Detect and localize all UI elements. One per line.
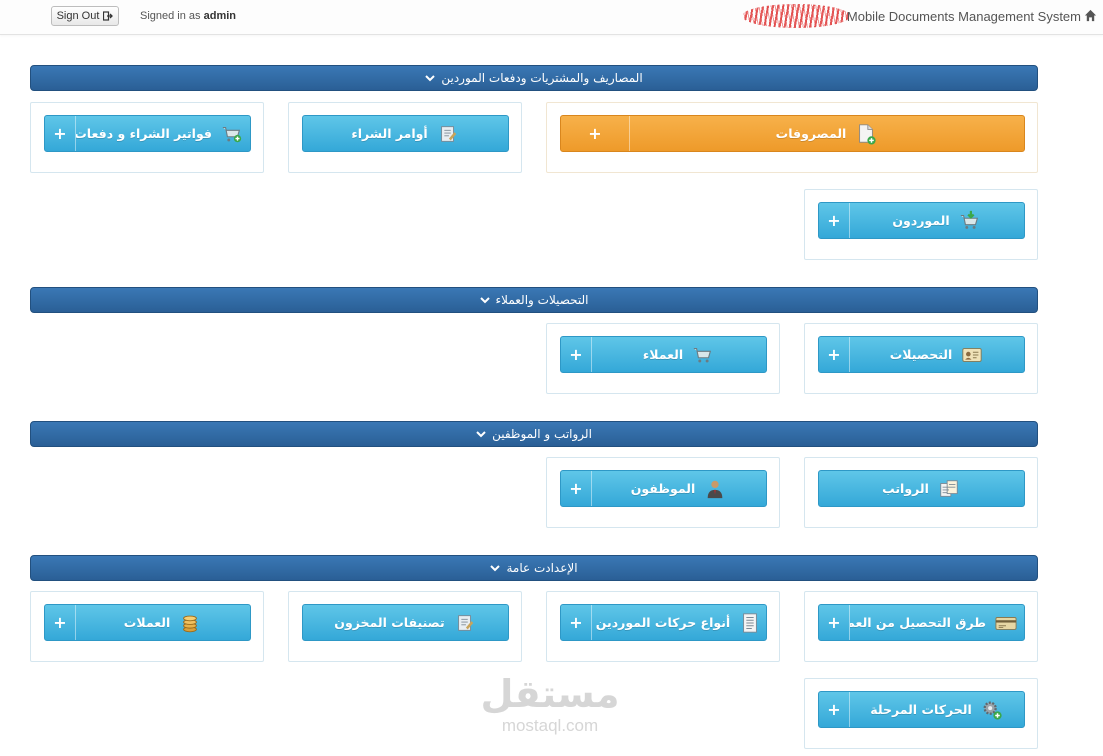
chevron-down-icon [479, 297, 490, 304]
add-plus-icon[interactable]: + [561, 116, 630, 151]
add-plus-icon[interactable]: + [561, 337, 592, 372]
panel-expenses: + المصروفات [546, 102, 1038, 173]
brand-title[interactable]: Mobile Documents Management System [847, 9, 1081, 24]
tile-purchase-invoices[interactable]: + فواتير الشراء و دفعات الموردين [44, 115, 251, 152]
list-document-icon [743, 612, 758, 633]
top-bar: Sign Out Signed in as admin Mobile Docum… [0, 0, 1103, 35]
add-plus-icon[interactable]: + [819, 203, 850, 238]
tile-currencies[interactable]: + العملات [44, 604, 251, 641]
notepad-icon [440, 125, 456, 142]
home-icon[interactable] [1084, 9, 1097, 22]
tile-purchase-orders[interactable]: أوامر الشراء [302, 115, 509, 152]
chevron-down-icon [476, 431, 486, 438]
tile-inventory-categories[interactable]: تصنيفات المخزون [302, 604, 509, 641]
panel-customers: + العملاء [546, 323, 780, 394]
section-title: المصاريف والمشتريات ودفعات الموردين [441, 71, 643, 85]
tile-label: العملات [123, 615, 171, 630]
tile-collections[interactable]: + التحصيلات [818, 336, 1025, 373]
employee-icon [707, 480, 723, 498]
tile-expenses[interactable]: + المصروفات [560, 115, 1025, 152]
section-header-collections[interactable]: التحصيلات والعملاء [30, 287, 1038, 313]
tile-label: أوامر الشراء [351, 126, 428, 141]
add-plus-icon[interactable]: + [561, 605, 592, 640]
panel-supplier-transaction-types: + أنواع حركات الموردين [546, 591, 780, 662]
id-card-icon [962, 347, 982, 362]
tile-supplier-transaction-types[interactable]: + أنواع حركات الموردين [560, 604, 767, 641]
panel-collection-methods: + طرق التحصيل من العملاء [804, 591, 1038, 662]
redaction-scribble [742, 4, 850, 28]
add-plus-icon[interactable]: + [819, 692, 850, 727]
cart-icon [693, 347, 712, 362]
chevron-down-icon [490, 565, 501, 572]
tile-label: التحصيلات [889, 347, 953, 362]
coins-icon [183, 615, 198, 632]
tile-suppliers[interactable]: + الموردون [818, 202, 1025, 239]
panel-salaries: الرواتب [804, 457, 1038, 528]
panel-purchase-orders: أوامر الشراء [288, 102, 522, 173]
section-header-expenses[interactable]: المصاريف والمشتريات ودفعات الموردين [30, 65, 1038, 91]
add-plus-icon[interactable]: + [45, 116, 76, 151]
add-plus-icon[interactable]: + [561, 471, 592, 506]
tile-label: أنواع حركات الموردين [595, 615, 731, 630]
section-title: الإعدادت عامة [506, 561, 578, 575]
section-header-settings[interactable]: الإعدادت عامة [30, 555, 1038, 581]
cart-download-icon [960, 210, 978, 229]
panel-collections: + التحصيلات [804, 323, 1038, 394]
panel-inventory-categories: تصنيفات المخزون [288, 591, 522, 662]
tile-label: فواتير الشراء و دفعات الموردين [76, 126, 212, 141]
section-header-payroll[interactable]: الرواتب و الموظفين [30, 421, 1038, 447]
documents-icon [940, 479, 958, 497]
add-document-icon [859, 123, 876, 145]
panel-employees: + الموظفون [546, 457, 780, 528]
tile-label: الموظفون [630, 481, 696, 496]
tile-collection-methods[interactable]: + طرق التحصيل من العملاء [818, 604, 1025, 641]
tile-label: المصروفات [775, 126, 847, 141]
username: admin [203, 10, 237, 22]
tile-label: تصنيفات المخزون [334, 615, 445, 630]
chevron-down-icon [425, 75, 436, 82]
sign-out-button[interactable]: Sign Out [51, 6, 119, 26]
credit-card-icon [995, 616, 1017, 630]
tile-salaries[interactable]: الرواتب [818, 470, 1025, 507]
add-plus-icon[interactable]: + [819, 337, 850, 372]
panel-purchase-invoices: + فواتير الشراء و دفعات الموردين [30, 102, 264, 173]
section-title: التحصيلات والعملاء [495, 293, 589, 307]
sign-out-icon [103, 11, 114, 21]
panel-currencies: + العملات [30, 591, 264, 662]
notepad-icon [457, 614, 473, 631]
gear-add-icon [983, 701, 1002, 720]
sign-out-label: Sign Out [56, 10, 100, 22]
tile-label: الرواتب [882, 481, 929, 496]
panel-suppliers: + الموردون [804, 189, 1038, 260]
tile-label: الموردون [892, 213, 950, 228]
section-title: الرواتب و الموظفين [492, 427, 592, 441]
cart-add-icon [222, 126, 242, 142]
add-plus-icon[interactable]: + [819, 605, 850, 640]
tile-label: العملاء [642, 347, 684, 362]
tile-label: الحركات المرحلة [870, 702, 972, 717]
panel-posted-transactions: + الحركات المرحلة [804, 678, 1038, 749]
tile-posted-transactions[interactable]: + الحركات المرحلة [818, 691, 1025, 728]
tile-customers[interactable]: + العملاء [560, 336, 767, 373]
add-plus-icon[interactable]: + [45, 605, 76, 640]
tile-label: طرق التحصيل من العملاء [850, 615, 986, 630]
signed-in-text: Signed in as admin [140, 10, 237, 22]
tile-employees[interactable]: + الموظفون [560, 470, 767, 507]
watermark-logo: مستقل mostaql.com [480, 672, 620, 735]
